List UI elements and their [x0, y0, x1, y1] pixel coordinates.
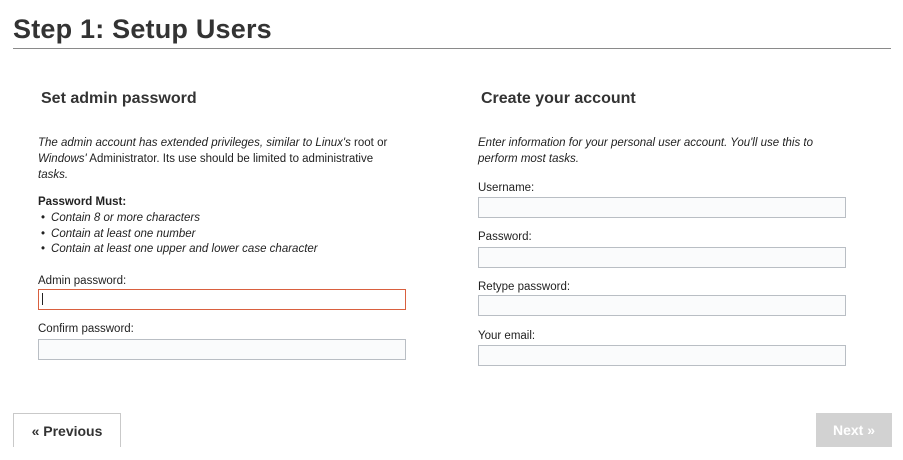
admin-password-label: Admin password:: [38, 275, 127, 287]
admin-description: The admin account has extended privilege…: [38, 135, 387, 183]
confirm-password-input[interactable]: [38, 339, 406, 360]
account-description: Enter information for your personal user…: [478, 135, 813, 167]
retype-password-input[interactable]: [478, 295, 846, 316]
retype-password-label: Retype password:: [478, 281, 571, 293]
requirement-item: Contain 8 or more characters: [38, 211, 318, 227]
text-caret: [42, 293, 43, 305]
email-label: Your email:: [478, 330, 536, 342]
admin-password-wrapper: [38, 289, 406, 310]
password-requirements-list: Contain 8 or more characters Contain at …: [38, 211, 318, 258]
password-input[interactable]: [478, 247, 846, 268]
admin-desc-administrator: Administrator. Its use should be limited…: [86, 153, 374, 165]
account-desc-line1: Enter information for your personal user…: [478, 137, 814, 149]
title-divider: [13, 48, 891, 49]
admin-desc-line1: The admin account has extended privilege…: [38, 137, 351, 149]
email-input[interactable]: [478, 345, 846, 366]
password-label: Password:: [478, 231, 532, 243]
requirement-item: Contain at least one number: [38, 227, 318, 243]
username-input[interactable]: [478, 197, 846, 218]
username-label: Username:: [478, 182, 535, 194]
admin-password-input[interactable]: [38, 289, 406, 310]
account-section-heading: Create your account: [481, 90, 636, 107]
admin-desc-windows: Windows': [38, 153, 87, 165]
account-desc-line2: perform most tasks.: [478, 153, 579, 165]
next-button[interactable]: Next »: [816, 413, 892, 447]
page-title: Step 1: Setup Users: [13, 14, 272, 44]
admin-desc-tasks: tasks.: [38, 169, 69, 181]
admin-section-heading: Set admin password: [41, 90, 197, 107]
previous-button[interactable]: « Previous: [13, 413, 121, 447]
admin-desc-root: root or: [350, 137, 388, 149]
requirement-item: Contain at least one upper and lower cas…: [38, 242, 318, 258]
confirm-password-label: Confirm password:: [38, 323, 134, 335]
password-requirements-title: Password Must:: [38, 196, 127, 208]
